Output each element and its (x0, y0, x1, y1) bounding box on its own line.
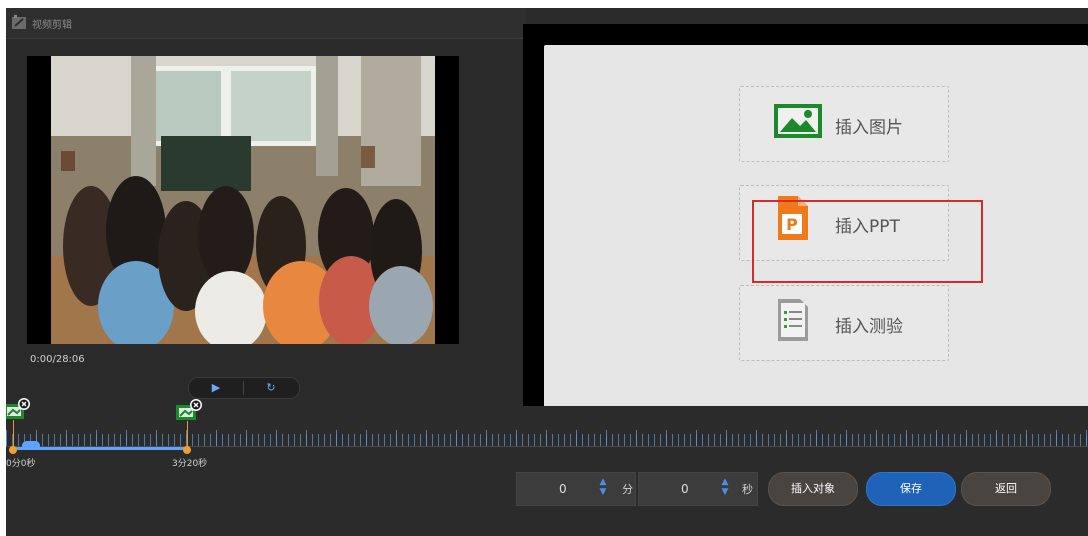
timeline-scrub-handle[interactable] (22, 441, 40, 450)
window-title: 视频剪辑 (32, 20, 72, 31)
seconds-unit-label: 秒 (742, 483, 753, 496)
ppt-icon: P (778, 196, 808, 244)
insert-image-button[interactable]: 插入图片 (739, 86, 949, 162)
play-icon: ▶ (211, 381, 221, 394)
timeline-major-ticks (6, 430, 1088, 446)
back-button[interactable]: 返回 (961, 472, 1051, 506)
bottom-toolbar: 0 ▲ ▼ 分 0 ▲ ▼ 秒 插入对象 保存 返回 (6, 464, 1088, 536)
minutes-value: 0 (559, 482, 567, 496)
insert-image-label: 插入图片 (835, 118, 903, 138)
marker-image-icon[interactable] (176, 399, 202, 425)
video-player[interactable] (27, 56, 459, 351)
titlebar: 视频剪辑 (6, 8, 526, 39)
play-button[interactable]: ▶ (189, 378, 243, 398)
save-button[interactable]: 保存 (866, 472, 956, 506)
replay-icon: ↻ (266, 381, 276, 394)
seconds-value: 0 (681, 482, 689, 496)
seconds-stepper[interactable]: ▲ ▼ (719, 477, 731, 501)
insert-panel: 插入图片 P 插入PPT 插入测验 (523, 24, 1088, 418)
minutes-unit-label: 分 (622, 483, 633, 496)
minutes-stepper[interactable]: ▲ ▼ (597, 477, 609, 501)
insert-ppt-button[interactable]: P 插入PPT (739, 185, 949, 261)
image-icon (774, 104, 822, 142)
insert-quiz-button[interactable]: 插入测验 (739, 285, 949, 361)
preview-panel: 0:00/28:06 ▶ ↻ (6, 39, 522, 399)
marker-image-icon[interactable] (6, 398, 30, 424)
quiz-icon (778, 299, 808, 345)
insert-quiz-label: 插入测验 (835, 317, 903, 337)
replay-button[interactable]: ↻ (244, 378, 298, 398)
timeline-progress (14, 447, 189, 450)
insert-ppt-label: 插入PPT (835, 217, 900, 237)
marker-handle[interactable] (183, 446, 191, 454)
marker-handle[interactable] (9, 446, 17, 454)
video-editor-window: 视频剪辑 0:00/28:06 ▶ ↻ 插入图片 P 插入PPT 插入测验 0分… (6, 8, 1088, 536)
crop-icon (12, 15, 28, 30)
video-time: 0:00/28:06 (30, 354, 85, 365)
minutes-input[interactable]: 0 ▲ ▼ (516, 472, 636, 506)
insert-object-button[interactable]: 插入对象 (768, 472, 858, 506)
svg-text:P: P (786, 215, 798, 234)
insert-options-area: 插入图片 P 插入PPT 插入测验 (544, 45, 1088, 409)
video-frame-image (51, 56, 435, 351)
seconds-input[interactable]: 0 ▲ ▼ (638, 472, 758, 506)
playback-controls: ▶ ↻ (188, 377, 300, 399)
